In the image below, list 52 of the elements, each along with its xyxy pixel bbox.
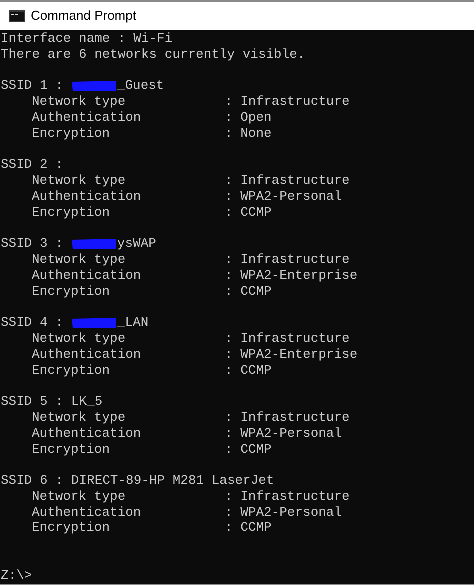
ssid-name: _Guest — [117, 78, 164, 94]
command-prompt: Z:\> — [1, 568, 32, 583]
property-label: Encryption — [32, 442, 112, 458]
property-label: Network type — [32, 488, 127, 505]
property-value: : CCMP — [225, 362, 272, 378]
property-label: Network type — [32, 94, 127, 110]
property-label: Authentication — [32, 188, 142, 205]
property-value: : Infrastructure — [225, 94, 350, 110]
property-label: Encryption — [32, 362, 112, 378]
ssid-name: ysWAP — [117, 236, 156, 252]
console-line: Interface name : Wi-Fi — [1, 30, 173, 46]
property-label: Network type — [32, 252, 127, 268]
property-label: Network type — [32, 172, 127, 189]
property-label: Network type — [32, 330, 127, 347]
property-label: Authentication — [32, 110, 142, 126]
ssid-heading: SSID 1 : — [1, 78, 64, 94]
property-value: : WPA2-Enterprise — [225, 346, 358, 363]
property-value: : None — [225, 126, 272, 142]
window-title: Command Prompt — [31, 7, 136, 26]
ssid-heading: SSID 3 : — [1, 236, 64, 252]
property-label: Authentication — [32, 268, 142, 284]
ssid-name: LK_5 — [71, 394, 103, 410]
property-label: Encryption — [32, 520, 112, 536]
property-value: : CCMP — [225, 520, 272, 536]
property-value: : WPA2-Personal — [225, 504, 342, 520]
property-value: : Open — [225, 110, 272, 126]
property-value: : WPA2-Enterprise — [225, 268, 358, 284]
property-value: : CCMP — [225, 442, 272, 458]
property-value: : Infrastructure — [225, 410, 350, 426]
property-label: Authentication — [32, 504, 142, 520]
property-value: : WPA2-Personal — [225, 188, 342, 205]
property-label: Encryption — [32, 126, 112, 142]
ssid-name: _LAN — [117, 315, 149, 331]
property-label: Network type — [32, 410, 127, 426]
ssid-heading: SSID 5 : — [1, 394, 64, 410]
ssid-heading: SSID 6 : — [1, 473, 64, 489]
property-label: Encryption — [32, 204, 112, 220]
property-value: : CCMP — [225, 284, 272, 300]
console-line: There are 6 networks currently visible. — [1, 46, 306, 62]
property-value: : Infrastructure — [225, 172, 350, 189]
ssid-heading: SSID 4 : — [1, 315, 64, 331]
property-label: Authentication — [32, 346, 142, 363]
property-value: : WPA2-Personal — [225, 426, 342, 442]
property-value: : Infrastructure — [225, 252, 350, 268]
property-label: Authentication — [32, 426, 142, 442]
property-value: : Infrastructure — [225, 330, 350, 347]
terminal-icon — [9, 10, 25, 22]
ssid-name: DIRECT-89-HP M281 LaserJet — [71, 473, 274, 489]
property-label: Encryption — [32, 284, 112, 300]
property-value: : Infrastructure — [225, 488, 350, 505]
ssid-heading: SSID 2 : — [1, 157, 64, 173]
property-value: : CCMP — [225, 204, 272, 220]
